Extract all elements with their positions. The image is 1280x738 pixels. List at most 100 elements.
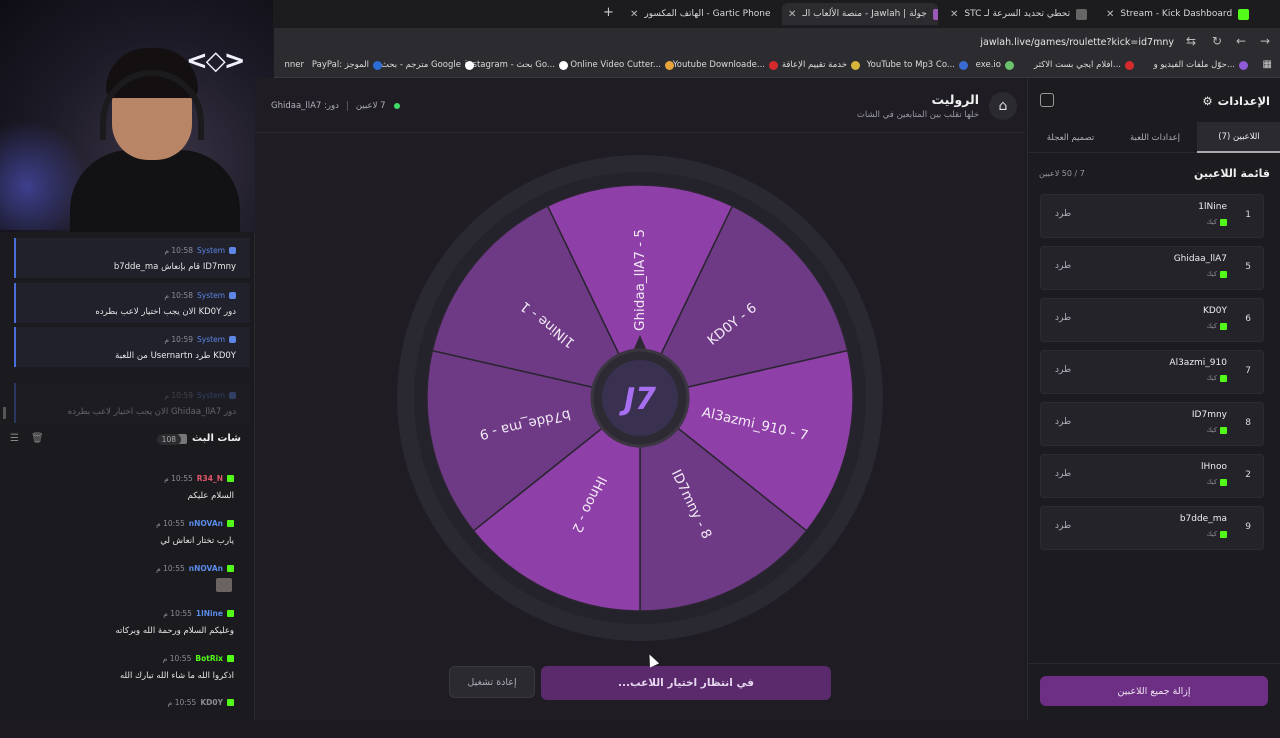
waiting-status-button[interactable]: في انتظار اختيار اللاعب... [541,666,831,700]
chat-header: شات البث 108 ☰ 🗑 [0,430,255,450]
roulette-main: ⌂ الروليت خلها تقلب بين المتابعين في الش… [255,78,1025,720]
restart-button[interactable]: إعادة تشغيل [449,666,535,698]
tab-players[interactable]: اللاعبين (7) [1197,122,1280,153]
page-title: الروليت [931,92,979,107]
filter-icon[interactable]: ☰ [10,433,19,444]
kick-icon [227,699,234,706]
bookmark-item[interactable]: حوّل ملفات الفيديو و... [1154,60,1248,70]
browser-tab-gartic[interactable]: Gartic Phone - الهاتف المكسور ✕ [624,3,776,25]
bookmark-item[interactable]: Online Video Cutter... [570,60,674,70]
audio-icon [1076,8,1088,20]
settings-panel: الإعدادات ⚙ اللاعبين (7) إعدادات اللعبة ت… [1027,78,1280,720]
system-message: System 10:58 م دور KD0Y الان يجب اختيار ل… [14,283,250,323]
webcam-overlay: <◇> [0,0,273,232]
address-bar: jawlah.live/games/roulette?kick=id7mny ⇆… [274,28,1280,56]
bookmark-item[interactable]: instagram - بحث Go... [465,60,568,70]
kick-icon [227,475,234,482]
chat-count-badge: 108 [156,434,181,445]
chat-message: nNOVAn 10:55 م يارب تختار انعاش لي [156,519,234,546]
trash-icon[interactable]: 🗑 [31,433,44,444]
kick-icon [227,520,234,527]
kick-icon [227,565,234,572]
close-icon[interactable]: ✕ [630,9,638,20]
online-dot-icon [393,103,400,109]
bookmark-favicon-icon [1005,60,1014,70]
player-row: 1 1lNine كيك طرد [1040,194,1264,238]
roulette-wheel[interactable]: Ghidaa_llA7 - 5 KD0Y - 6 Al3azmi_910 - 7 ID… [395,153,885,643]
url-field[interactable]: jawlah.live/games/roulette?kick=id7mny [980,37,1174,48]
browser-tab-jawlah[interactable]: جولة | Jawlah - منصة الألعاب الـ ✕ [782,3,938,25]
bookmark-item[interactable]: YouTube to Mp3 Co... [867,60,968,70]
wheel-svg: Ghidaa_llA7 - 5 KD0Y - 6Al3azmi_910 - 7ID… [397,155,883,641]
new-tab-button[interactable]: + [603,5,614,20]
chat-scrollbar[interactable] [3,407,6,419]
system-badge-icon [229,247,236,254]
kick-icon [1220,270,1227,278]
bookmark-favicon-icon [851,60,860,70]
player-row: 9 b7dde_ma كيك طرد [1040,506,1264,550]
kick-icon [1220,530,1227,538]
chat-message: BotRix 10:55 م اذكروا الله ما شاء الله تب… [119,654,234,681]
tab-label: جولة | Jawlah - منصة الألعاب الـ [802,9,927,19]
system-message: System 10:59 م KD0Y طرد Usernartn من اللع… [14,327,250,367]
bookmark-favicon-icon [959,60,968,70]
close-icon[interactable]: ✕ [788,9,796,20]
bookmark-favicon-icon [559,60,568,70]
roulette-header: ⌂ الروليت خلها تقلب بين المتابعين في الش… [255,78,1025,133]
forward-icon[interactable]: → [1260,34,1270,48]
home-icon: ⌂ [998,98,1008,114]
browser-tab-stc[interactable]: تحطي تحديد السرعة لـ STC ✕ [944,3,1094,25]
home-button[interactable]: ⌂ [989,92,1017,120]
bookmark-favicon-icon [1239,60,1248,70]
bookmark-favicon-icon [465,60,474,70]
bookmark-item[interactable]: nner [285,60,305,70]
kick-player-button[interactable]: طرد [1055,261,1071,271]
settings-title: الإعدادات [1217,94,1270,108]
players-list-title: قائمة اللاعبين [1194,167,1270,180]
players-status: 7 لاعبين دور: Ghidaa_llA7 [271,101,400,111]
reload-icon[interactable]: ↻ [1212,34,1222,48]
tab-game-settings[interactable]: إعدادات اللعبة [1113,122,1197,153]
page-subtitle: خلها تقلب بين المتابعين في الشات [856,110,979,120]
tab-label: تحطي تحديد السرعة لـ STC [964,9,1071,19]
browser-tab-kick-dashboard[interactable]: Stream - Kick Dashboard ✕ [1100,3,1258,25]
kick-player-button[interactable]: طرد [1055,521,1071,531]
tab-label: Gartic Phone - الهاتف المكسور [644,9,771,19]
back-icon[interactable]: ← [1236,34,1246,48]
site-settings-icon[interactable]: ⇆ [1186,34,1196,48]
wheel-hub-logo: J7 [619,382,656,417]
system-message: System 10:58 م ID7mny قام بإنعاش b7dde_ma [14,238,250,278]
kick-player-button[interactable]: طرد [1055,365,1071,375]
chat-message: R34_N 10:55 م السلام عليكم [164,474,234,501]
collapse-panel-icon[interactable] [1040,93,1054,107]
bookmark-favicon-icon [373,60,382,70]
bookmark-item[interactable]: exe.io [976,60,1014,70]
tab-wheel-design[interactable]: تصميم العجلة [1028,122,1113,153]
kick-icon [1220,478,1227,486]
remove-all-players-button[interactable]: إزالة جميع اللاعبين [1040,676,1268,706]
jawlah-icon [932,8,938,20]
kick-icon [227,610,234,617]
system-badge-icon [229,392,236,399]
chat-message: 1lNine 10:55 م وعليكم السلام ورحمة الله و… [115,609,234,636]
bookmark-item[interactable]: خدمة تقييم الإعاقة [782,60,860,70]
close-icon[interactable]: ✕ [950,9,958,20]
players-list-count: 7 / 50 لاعبين [1039,169,1085,178]
close-icon[interactable]: ✕ [1106,9,1114,20]
bookmark-item[interactable]: Youtube Downloade... [673,60,778,70]
kick-player-button[interactable]: طرد [1055,209,1071,219]
chat-message: nNOVAn 10:55 م [0,560,250,604]
kick-icon [227,655,234,662]
tab-label: Stream - Kick Dashboard [1120,9,1233,19]
player-row: 5 Ghidaa_llA7 كيك طرد [1040,246,1264,290]
bookmark-item[interactable]: مترجم - بحث Google [381,60,474,70]
kick-player-button[interactable]: طرد [1055,313,1071,323]
bookmarks-menu-icon[interactable]: ▦ [1263,59,1272,70]
kick-player-button[interactable]: طرد [1055,417,1071,427]
bookmark-item[interactable]: PayPal: الموجز [312,60,382,70]
kick-icon [1220,218,1227,226]
gear-icon: ⚙ [1202,94,1213,108]
kick-player-button[interactable]: طرد [1055,469,1071,479]
system-badge-icon [229,292,236,299]
bookmark-item[interactable]: افلام ايجي بست الاكثر... [1034,60,1134,70]
